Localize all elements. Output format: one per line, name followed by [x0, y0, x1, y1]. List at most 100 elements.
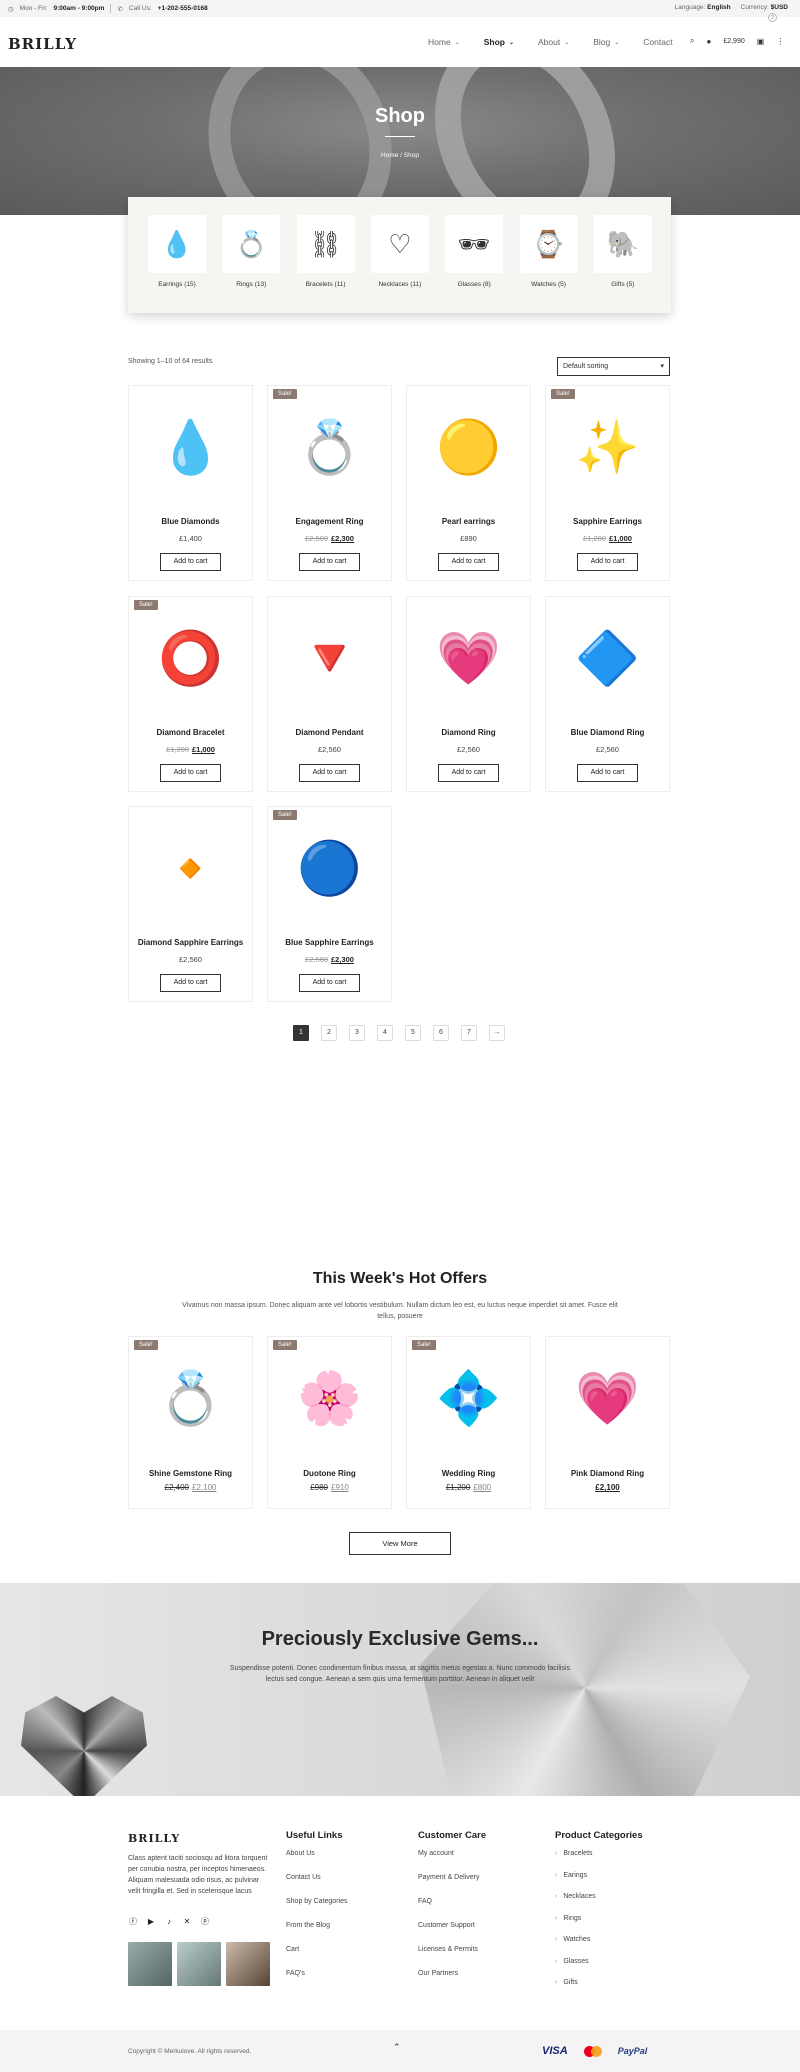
- product-card[interactable]: 💧 Blue Diamonds £1,400 Add to cart: [128, 385, 253, 581]
- product-card[interactable]: 💗 Diamond Ring £2,560 Add to cart: [406, 596, 531, 792]
- pinterest-icon[interactable]: ⓟ: [200, 1916, 210, 1926]
- add-to-cart-button[interactable]: Add to cart: [438, 553, 499, 571]
- hot-offer-card[interactable]: 🌸 Sale! Duotone Ring £980 £910: [267, 1336, 392, 1509]
- product-card[interactable]: 🔸 Diamond Sapphire Earrings £2,560 Add to c…: [128, 806, 253, 1002]
- back-to-top-icon[interactable]: ⌃: [393, 2042, 401, 2053]
- product-image[interactable]: 💗: [547, 1338, 668, 1458]
- product-name[interactable]: Duotone Ring: [268, 1469, 391, 1478]
- category-item[interactable]: ♡ Necklaces (11): [370, 215, 430, 288]
- tiktok-icon[interactable]: ♪: [164, 1916, 174, 1926]
- footer-logo[interactable]: BRILLY: [128, 1832, 180, 1845]
- footer-link[interactable]: Necklaces: [555, 1893, 643, 1915]
- product-image[interactable]: 🟡: [408, 387, 529, 507]
- page-3[interactable]: 3: [349, 1025, 365, 1041]
- product-name[interactable]: Pearl earrings: [407, 517, 530, 526]
- next-page-button[interactable]: →: [489, 1025, 505, 1041]
- page-7[interactable]: 7: [461, 1025, 477, 1041]
- product-name[interactable]: Engagement Ring: [268, 517, 391, 526]
- product-card[interactable]: 🔵 Sale! Blue Sapphire Earrings £2,560 £2,300…: [267, 806, 392, 1002]
- footer-link[interactable]: FAQ: [418, 1898, 486, 1922]
- product-image[interactable]: 💧: [130, 387, 251, 507]
- nav-item-blog[interactable]: Blog ⌄: [593, 37, 619, 47]
- product-name[interactable]: Shine Gemstone Ring: [129, 1469, 252, 1478]
- product-image[interactable]: 🌸: [269, 1338, 390, 1458]
- footer-link[interactable]: FAQ's: [286, 1970, 347, 1994]
- add-to-cart-button[interactable]: Add to cart: [299, 764, 360, 782]
- sort-select[interactable]: Default sorting ▾: [557, 357, 670, 376]
- product-image[interactable]: 💍: [130, 1338, 251, 1458]
- footer-link[interactable]: Bracelets: [555, 1850, 643, 1872]
- nav-item-shop[interactable]: Shop ⌄: [484, 37, 514, 47]
- language-selector[interactable]: Language: English: [675, 4, 731, 11]
- product-card[interactable]: 🔻 Diamond Pendant £2,560 Add to cart: [267, 596, 392, 792]
- footer-link[interactable]: Customer Support: [418, 1922, 486, 1946]
- footer-link[interactable]: My account: [418, 1850, 486, 1874]
- product-name[interactable]: Diamond Bracelet: [129, 728, 252, 737]
- product-card[interactable]: ⭕ Sale! Diamond Bracelet £1,200 £1,000 Add to…: [128, 596, 253, 792]
- footer-link[interactable]: Gifts: [555, 1979, 643, 2001]
- product-card[interactable]: 💍 Sale! Engagement Ring £2,500 £2,300 Add to …: [267, 385, 392, 581]
- product-name[interactable]: Wedding Ring: [407, 1469, 530, 1478]
- more-icon[interactable]: ⋮: [776, 37, 784, 46]
- add-to-cart-button[interactable]: Add to cart: [299, 553, 360, 571]
- product-image[interactable]: 💍: [269, 387, 390, 507]
- view-more-button[interactable]: View More: [349, 1532, 451, 1555]
- product-card[interactable]: ✨ Sale! Sapphire Earrings £1,200 £1,000 Add t…: [545, 385, 670, 581]
- category-item[interactable]: 💍 Rings (13): [221, 215, 281, 288]
- call-value[interactable]: +1-202-555-0168: [158, 5, 208, 12]
- product-name[interactable]: Blue Sapphire Earrings: [268, 938, 391, 947]
- product-name[interactable]: Pink Diamond Ring: [546, 1469, 669, 1478]
- product-image[interactable]: 💠: [408, 1338, 529, 1458]
- product-image[interactable]: 🔻: [269, 598, 390, 718]
- site-logo[interactable]: BRILLY: [8, 35, 77, 53]
- hot-offer-card[interactable]: 💠 Sale! Wedding Ring £1,200 £800: [406, 1336, 531, 1509]
- facebook-icon[interactable]: ⓕ: [128, 1916, 138, 1926]
- hot-offer-card[interactable]: 💍 Sale! Shine Gemstone Ring £2,400 £2,100: [128, 1336, 253, 1509]
- gallery-image[interactable]: [128, 1942, 172, 1986]
- product-image[interactable]: 🔵: [269, 808, 390, 928]
- add-to-cart-button[interactable]: Add to cart: [160, 764, 221, 782]
- category-item[interactable]: ⌚ Watches (5): [519, 215, 579, 288]
- page-6[interactable]: 6: [433, 1025, 449, 1041]
- category-item[interactable]: 🐘 Gifts (5): [593, 215, 653, 288]
- gallery-image[interactable]: [226, 1942, 270, 1986]
- nav-item-contact[interactable]: Contact: [643, 37, 672, 47]
- add-to-cart-button[interactable]: Add to cart: [577, 764, 638, 782]
- product-name[interactable]: Blue Diamond Ring: [546, 728, 669, 737]
- product-image[interactable]: ✨: [547, 387, 668, 507]
- product-image[interactable]: 🔷: [547, 598, 668, 718]
- footer-link[interactable]: Shop by Categories: [286, 1898, 347, 1922]
- product-image[interactable]: 💗: [408, 598, 529, 718]
- footer-link[interactable]: Rings: [555, 1915, 643, 1937]
- add-to-cart-button[interactable]: Add to cart: [438, 764, 499, 782]
- product-name[interactable]: Sapphire Earrings: [546, 517, 669, 526]
- add-to-cart-button[interactable]: Add to cart: [160, 553, 221, 571]
- product-image[interactable]: ⭕: [130, 598, 251, 718]
- page-1[interactable]: 1: [293, 1025, 309, 1041]
- twitter-icon[interactable]: ✕: [182, 1916, 192, 1926]
- hot-offer-card[interactable]: 💗 Pink Diamond Ring £2,100: [545, 1336, 670, 1509]
- footer-link[interactable]: Payment & Delivery: [418, 1874, 486, 1898]
- footer-link[interactable]: Contact Us: [286, 1874, 347, 1898]
- gallery-image[interactable]: [177, 1942, 221, 1986]
- category-item[interactable]: 💧 Earrings (15): [147, 215, 207, 288]
- user-icon[interactable]: ●: [706, 37, 711, 46]
- product-name[interactable]: Diamond Sapphire Earrings: [129, 938, 252, 947]
- footer-link[interactable]: Watches: [555, 1936, 643, 1958]
- footer-link[interactable]: Cart: [286, 1946, 347, 1970]
- add-to-cart-button[interactable]: Add to cart: [160, 974, 221, 992]
- product-card[interactable]: 🔷 Blue Diamond Ring £2,560 Add to cart: [545, 596, 670, 792]
- category-item[interactable]: ⛓ Bracelets (11): [296, 215, 356, 288]
- product-name[interactable]: Diamond Ring: [407, 728, 530, 737]
- product-image[interactable]: 🔸: [130, 808, 251, 928]
- youtube-icon[interactable]: ▶: [146, 1916, 156, 1926]
- footer-link[interactable]: About Us: [286, 1850, 347, 1874]
- cart-total[interactable]: £2,990: [723, 38, 744, 45]
- footer-link[interactable]: From the Blog: [286, 1922, 347, 1946]
- breadcrumb[interactable]: Home / Shop: [0, 152, 800, 159]
- cart-icon[interactable]: ▣: [757, 37, 765, 46]
- add-to-cart-button[interactable]: Add to cart: [299, 974, 360, 992]
- category-item[interactable]: 🕶 Glasses (8): [444, 215, 504, 288]
- product-name[interactable]: Diamond Pendant: [268, 728, 391, 737]
- product-name[interactable]: Blue Diamonds: [129, 517, 252, 526]
